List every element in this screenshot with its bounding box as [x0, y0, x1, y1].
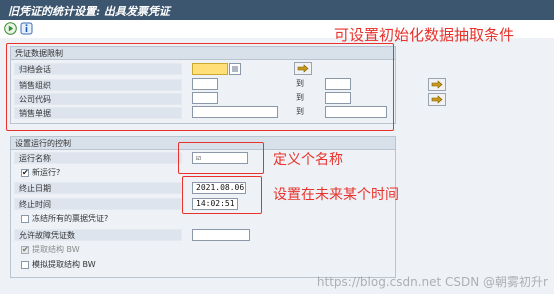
allow-error-docs-label: 允许故障凭证数 — [14, 229, 182, 241]
extract-bw-label: 提取结构 BW — [32, 245, 80, 254]
arrow-right-icon — [431, 80, 443, 89]
run-name-label: 运行名称 — [14, 152, 182, 164]
new-run-checkbox[interactable]: ✔ — [21, 169, 29, 177]
company-code-multiple-selection-button[interactable] — [428, 93, 446, 106]
freeze-all-label: 冻结所有的票据凭证? — [32, 214, 109, 223]
execute-icon[interactable] — [4, 22, 17, 35]
simulate-bw-checkbox[interactable] — [21, 261, 29, 269]
annotation-define-name: 定义个名称 — [273, 152, 343, 168]
annotation-future-time: 设置在未来某个时间 — [273, 187, 399, 203]
watermark: https://blog.csdn.net CSDN @朝雾初升r — [316, 275, 548, 289]
end-time-label: 终止时间 — [14, 198, 182, 210]
allow-error-docs-input[interactable] — [192, 229, 250, 241]
info-icon[interactable] — [20, 22, 33, 35]
new-run-label: 新运行? — [32, 168, 61, 177]
simulate-bw-label: 模拟提取结构 BW — [32, 260, 96, 269]
end-date-label: 终止日期 — [14, 182, 182, 194]
freeze-all-checkbox[interactable] — [21, 215, 29, 223]
window-title: 旧凭证的统计设置: 出具发票凭证 — [8, 5, 170, 18]
annotation-box-run-name — [178, 142, 264, 174]
title-bar: 旧凭证的统计设置: 出具发票凭证 — [0, 0, 554, 20]
arrow-right-icon — [431, 95, 443, 104]
group-title: 设置运行的控制 — [15, 139, 71, 148]
annotation-init-conditions: 可设置初始化数据抽取条件 — [334, 26, 515, 44]
sales-org-multiple-selection-button[interactable] — [428, 78, 446, 91]
annotation-box-data-restriction — [6, 43, 394, 131]
extract-bw-checkbox: ✔ — [21, 245, 29, 254]
annotation-box-end-datetime — [182, 176, 262, 214]
